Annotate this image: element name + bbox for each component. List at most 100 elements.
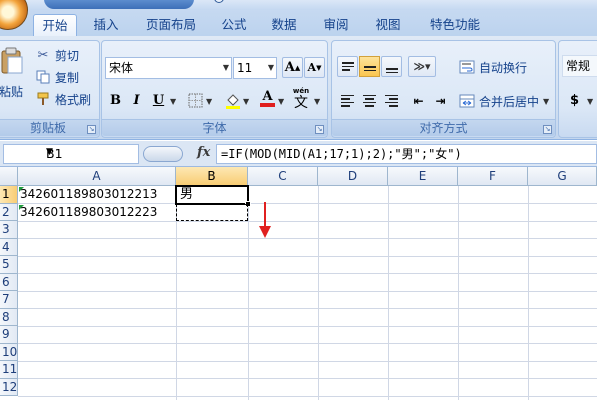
worksheet-grid[interactable]: A B C D E F G 1 2 3 4 5 6 7 8 9 10 11 12…: [0, 167, 597, 400]
font-dialog-launcher-icon[interactable]: ↘: [315, 125, 324, 134]
select-all-button[interactable]: [0, 167, 18, 186]
scissors-icon: ✂: [37, 47, 49, 63]
bold-button[interactable]: B: [105, 90, 126, 111]
decrease-indent-button[interactable]: ⇤: [408, 90, 429, 111]
tab-review[interactable]: 审阅: [314, 14, 358, 36]
chevron-down-icon: ▼: [267, 63, 274, 72]
column-header-e[interactable]: E: [388, 167, 458, 186]
formula-bar: B1 ▼ fx =IF(MOD(MID(A1;17;1);2);"男";"女"): [0, 141, 597, 167]
align-middle-button[interactable]: [359, 56, 380, 77]
format-painter-button[interactable]: 格式刷: [35, 89, 91, 109]
copy-icon: [35, 69, 51, 85]
gridline: [248, 186, 249, 400]
column-header-a[interactable]: A: [18, 167, 176, 186]
row-header-3[interactable]: 3: [0, 221, 18, 239]
row-header-5[interactable]: 5: [0, 256, 18, 274]
font-size-value: 11: [237, 61, 253, 75]
font-size-select[interactable]: 11 ▼: [233, 57, 277, 79]
align-center-button[interactable]: [359, 90, 380, 111]
cut-button[interactable]: ✂ 剪切: [35, 45, 79, 65]
alignment-dialog-launcher-icon[interactable]: ↘: [543, 125, 552, 134]
row-header-4[interactable]: 4: [0, 238, 18, 256]
name-box[interactable]: B1 ▼: [3, 144, 139, 164]
underline-button[interactable]: U: [148, 90, 169, 111]
ribbon: 粘贴 ✂ 剪切 复制 格式刷 剪贴板 ↘ 宋体 ▼ 11 ▼ A ▲ A ▼ B…: [0, 36, 597, 140]
quick-access-toolbar[interactable]: [44, 0, 224, 9]
phonetic-top-label: wén: [292, 87, 310, 95]
align-center-icon: [363, 94, 376, 107]
gridline: [18, 325, 597, 327]
tab-insert[interactable]: 插入: [84, 14, 128, 36]
cell-a1[interactable]: 342601189803012213: [20, 186, 176, 203]
merge-center-button[interactable]: 合并后居中 ▼: [459, 91, 549, 111]
paste-button[interactable]: [1, 47, 23, 75]
row-header-2[interactable]: 2: [0, 203, 18, 221]
gridline: [18, 255, 597, 257]
align-top-button[interactable]: [337, 56, 358, 77]
tab-home[interactable]: 开始: [33, 14, 77, 36]
chevron-down-icon[interactable]: ▼: [278, 97, 284, 106]
row-header-10[interactable]: 10: [0, 343, 18, 361]
fill-color-button[interactable]: [222, 90, 243, 111]
copy-button[interactable]: 复制: [35, 67, 79, 87]
alignment-group: ≫▾ 自动换行 ⇤ ⇥ 合并后居中 ▼ 对齐方式 ↘: [331, 40, 556, 138]
tab-formulas[interactable]: 公式: [212, 14, 256, 36]
orientation-icon: ≫▾: [413, 60, 431, 73]
row-header-7[interactable]: 7: [0, 291, 18, 309]
clipboard-group-label: 剪贴板: [0, 119, 99, 136]
currency-button[interactable]: $: [564, 90, 585, 111]
formula-bar-splitter[interactable]: [143, 146, 183, 162]
row-header-12[interactable]: 12: [0, 378, 18, 396]
cell-b2[interactable]: [176, 203, 248, 221]
row-header-11[interactable]: 11: [0, 361, 18, 379]
phonetic-guide-button[interactable]: wén 文: [290, 87, 312, 113]
row-header-6[interactable]: 6: [0, 273, 18, 291]
tab-data[interactable]: 数据: [262, 14, 306, 36]
gridline: [18, 220, 597, 222]
wrap-text-button[interactable]: 自动换行: [459, 57, 527, 77]
increase-indent-button[interactable]: ⇥: [430, 90, 451, 111]
paste-icon: [1, 47, 23, 74]
tab-special-features[interactable]: 特色功能: [420, 14, 490, 36]
row-header-1[interactable]: 1: [0, 186, 18, 204]
arrow-down-icon: [259, 202, 271, 238]
paste-label[interactable]: 粘贴: [0, 83, 23, 100]
column-header-c[interactable]: C: [248, 167, 318, 186]
italic-button[interactable]: I: [126, 90, 147, 111]
font-name-select[interactable]: 宋体 ▼: [105, 57, 232, 79]
cell-a2[interactable]: 342601189803012223: [20, 204, 176, 221]
tab-view[interactable]: 视图: [366, 14, 410, 36]
gridline: [18, 238, 597, 239]
column-header-b[interactable]: B: [176, 167, 248, 186]
grow-font-label: A: [284, 60, 295, 75]
borders-button[interactable]: [185, 90, 206, 111]
grow-font-button[interactable]: A ▲: [282, 57, 303, 78]
align-left-button[interactable]: [337, 90, 358, 111]
chevron-down-icon[interactable]: ▼: [587, 97, 593, 106]
gridline: [388, 186, 389, 400]
customize-qat-icon[interactable]: [214, 0, 224, 3]
align-bottom-button[interactable]: [381, 56, 402, 77]
font-color-button[interactable]: A: [257, 88, 278, 109]
number-format-select[interactable]: 常规: [562, 55, 597, 77]
phonetic-char-label: 文: [294, 95, 308, 111]
row-header-9[interactable]: 9: [0, 326, 18, 344]
chevron-down-icon[interactable]: ▼: [170, 97, 176, 106]
insert-function-button[interactable]: fx: [197, 145, 210, 160]
column-header-g[interactable]: G: [528, 167, 597, 186]
chevron-down-icon[interactable]: ▼: [243, 97, 249, 106]
align-top-icon: [341, 62, 354, 71]
tab-page-layout[interactable]: 页面布局: [138, 14, 204, 36]
column-header-d[interactable]: D: [318, 167, 388, 186]
clipboard-dialog-launcher-icon[interactable]: ↘: [87, 125, 96, 134]
align-right-button[interactable]: [381, 90, 402, 111]
alignment-group-label: 对齐方式: [332, 119, 555, 136]
column-header-f[interactable]: F: [458, 167, 528, 186]
chevron-down-icon[interactable]: ▼: [206, 97, 212, 106]
gridline: [18, 273, 597, 274]
row-header-8[interactable]: 8: [0, 308, 18, 326]
formula-input[interactable]: =IF(MOD(MID(A1;17;1);2);"男";"女"): [216, 144, 597, 164]
orientation-button[interactable]: ≫▾: [408, 56, 436, 77]
chevron-down-icon[interactable]: ▼: [314, 97, 320, 106]
shrink-font-button[interactable]: A ▼: [304, 57, 325, 78]
